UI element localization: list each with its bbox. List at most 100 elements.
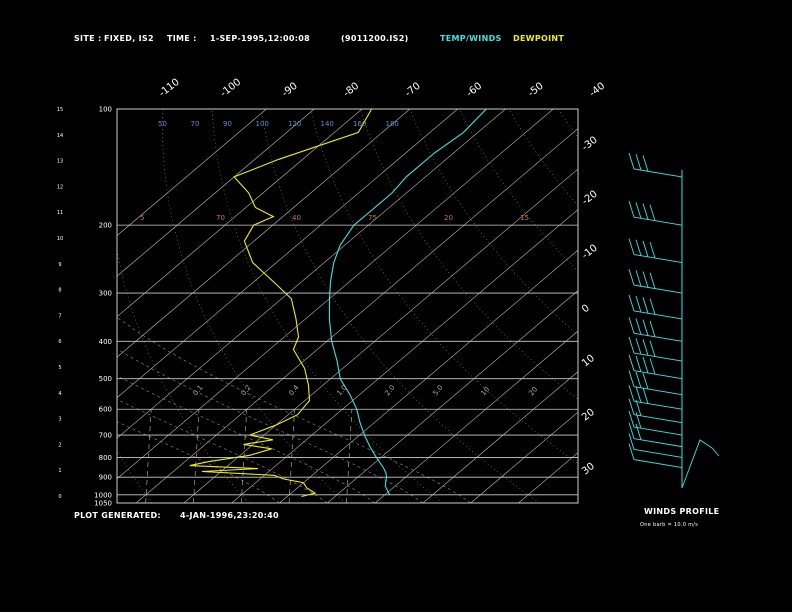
wind-barb-flag <box>635 318 642 335</box>
isotherm-line <box>117 109 506 439</box>
pressure-label: 600 <box>99 406 112 414</box>
isotherm-line <box>422 371 578 503</box>
dry-adiabat-line <box>558 109 578 138</box>
height-label: 2 <box>58 442 61 448</box>
wind-barb-shaft <box>633 332 683 342</box>
dry-adiabat-line <box>117 248 249 503</box>
mixing-ratio-label: 0.2 <box>239 384 252 398</box>
wind-barb-flag <box>635 355 642 373</box>
mixing-ratio-line <box>193 409 200 503</box>
wind-barb-shaft <box>633 438 683 448</box>
height-label: 14 <box>57 133 63 139</box>
dry-adiabat-line <box>608 109 792 503</box>
wind-barb-flag <box>628 152 635 170</box>
wind-barb-shaft <box>633 370 683 380</box>
wind-barb-shaft <box>633 459 683 469</box>
plot-frame <box>116 108 579 504</box>
wind-barb <box>628 443 683 469</box>
wind-barb-shaft <box>633 448 683 458</box>
theta-label: 160 <box>353 120 366 128</box>
wind-barb-flag <box>628 317 635 334</box>
isotherm-top-label: -110 <box>157 77 182 100</box>
height-label: 11 <box>57 210 63 216</box>
theta-label: 140 <box>321 120 334 128</box>
isotherm-line <box>117 109 363 318</box>
dry-adiabat-label: 5 <box>140 214 144 222</box>
wind-barb-flag <box>635 202 642 219</box>
pressure-label: 900 <box>99 474 112 482</box>
isotherm-right-label: -10 <box>580 243 600 262</box>
height-label: 15 <box>57 107 63 113</box>
wind-barb <box>628 294 683 320</box>
mixing-ratio-line <box>288 409 295 503</box>
height-label: 0 <box>58 494 61 500</box>
height-label: 10 <box>57 236 63 242</box>
wind-barb <box>628 152 683 178</box>
wind-barb-flag <box>642 155 649 172</box>
moist-adiabat-line <box>117 375 376 503</box>
wind-barb-flag <box>642 271 649 288</box>
isotherm-right-label: -20 <box>580 189 600 208</box>
wind-barb-flag <box>628 354 635 371</box>
wind-barb-flag <box>635 270 642 287</box>
wind-barb-shaft <box>633 352 683 362</box>
wind-barb-flag <box>642 356 649 374</box>
wind-barb-flag <box>628 268 635 286</box>
wind-barb-flag <box>628 385 635 402</box>
wind-barb-flag <box>649 358 656 375</box>
dry-adiabat-line <box>261 109 540 503</box>
theta-label: 50 <box>158 120 167 128</box>
pressure-label: 1000 <box>94 491 112 499</box>
height-label: 1 <box>58 468 61 474</box>
isotherm-right-label: -30 <box>580 135 600 154</box>
isotherm-line <box>470 411 578 503</box>
isotherm-top-label: -60 <box>465 81 485 100</box>
wind-barb-flag <box>649 320 656 338</box>
wind-barb <box>628 385 683 410</box>
isotherm-right-label: 10 <box>580 353 597 370</box>
wind-barb-flag <box>649 272 656 289</box>
wind-barb <box>628 238 683 263</box>
wind-barb <box>628 398 683 424</box>
isotherm-top-label: -90 <box>280 81 300 100</box>
isotherm-line <box>117 109 267 237</box>
height-label: 12 <box>57 184 63 190</box>
isotherm-line <box>231 209 578 503</box>
dry-adiabat-label: 40 <box>292 214 301 222</box>
mixing-ratio-label: 5.0 <box>431 384 444 398</box>
mixing-ratio-label: 0.1 <box>191 384 204 398</box>
height-label: 7 <box>58 313 61 319</box>
wind-barb-flag <box>649 204 656 221</box>
mixing-ratio-label: 2.0 <box>383 384 396 398</box>
pressure-label: 700 <box>99 432 112 440</box>
dry-adiabat-label: 15 <box>520 214 529 222</box>
surface-wind-barb <box>681 439 720 489</box>
dry-adiabat-line <box>508 109 578 206</box>
wind-barb-flag <box>628 201 635 218</box>
wind-barb-flag <box>628 238 635 255</box>
wind-barb-flag <box>635 239 642 256</box>
isotherm-top-label: -80 <box>342 81 362 100</box>
wind-barb-shaft <box>633 310 683 320</box>
wind-barb-flag <box>635 338 642 355</box>
mixing-ratio-line <box>145 409 152 503</box>
mixing-ratio-label: 20 <box>527 385 539 397</box>
wind-barb <box>628 201 683 226</box>
pressure-label: 200 <box>99 222 112 230</box>
pressure-label: 500 <box>99 375 112 383</box>
isotherm-top-label: -50 <box>526 81 546 100</box>
theta-label: 90 <box>223 120 232 128</box>
skewt-diagram: 1002003004005006007008009001000105001234… <box>57 77 792 508</box>
theta-label: 100 <box>256 120 269 128</box>
plot-area <box>117 109 792 503</box>
isotherm-right-label: 30 <box>580 461 597 478</box>
pressure-label: 300 <box>99 290 112 298</box>
dewpoint-series-line <box>189 109 373 498</box>
mixing-ratio-label: 10 <box>479 385 491 397</box>
wind-barb-flag <box>642 319 649 336</box>
dry-adiabat-line <box>117 450 153 503</box>
dry-adiabat-line <box>409 109 578 336</box>
isotherm-top-label: -70 <box>403 81 423 100</box>
wind-barb-flag <box>649 340 656 357</box>
pressure-label: 400 <box>99 338 112 346</box>
